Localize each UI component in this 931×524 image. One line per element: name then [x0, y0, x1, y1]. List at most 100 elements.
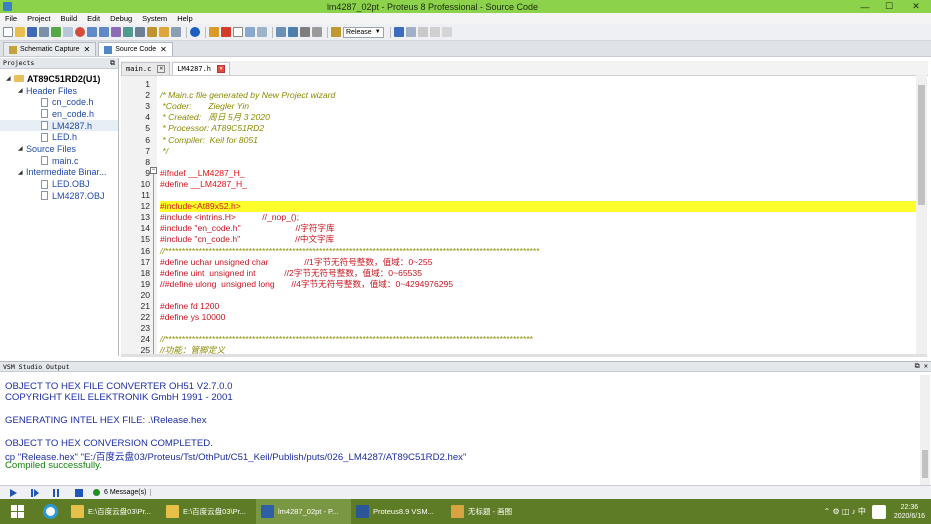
code-line[interactable]: 7 */ [121, 146, 916, 157]
taskbar-task[interactable]: lm4287_02pt - P... [256, 499, 351, 524]
code-line[interactable]: 17 #define uchar unsigned char //1字节无符号整数… [121, 257, 916, 268]
tab-close-icon[interactable]: ✕ [84, 45, 91, 54]
paste-icon[interactable] [441, 27, 452, 37]
expand-arrow-icon[interactable]: ◢ [18, 169, 26, 176]
home-icon[interactable] [75, 27, 85, 37]
code-line[interactable]: 24 //************************************… [121, 334, 916, 345]
code-line[interactable]: 15 #include "cn_code.h" //中文字库 [121, 234, 916, 245]
bom-icon[interactable] [159, 27, 169, 37]
code-line[interactable]: 21 #define fd 1200 [121, 301, 916, 312]
pin-icon[interactable]: ⧉ [110, 59, 115, 68]
project-settings-icon[interactable] [312, 27, 322, 37]
tree-node-file[interactable]: cn_code.h [0, 96, 118, 108]
new-file-icon[interactable] [3, 27, 13, 37]
editor-vertical-scrollbar[interactable] [916, 75, 927, 356]
pause-icon[interactable] [53, 488, 61, 497]
clean-icon[interactable] [300, 27, 310, 37]
import-icon[interactable] [51, 27, 61, 37]
tree-node-header-files[interactable]: ◢ Header Files [0, 85, 118, 97]
play-icon[interactable] [10, 488, 17, 497]
save-icon[interactable] [27, 27, 37, 37]
cancel-build-icon[interactable] [221, 27, 231, 37]
input-method-icon[interactable] [871, 504, 886, 519]
taskbar-task[interactable]: Proteus8.9 VSM... [351, 499, 446, 524]
code-line[interactable]: 10 #define __LM4287_H_ [121, 179, 916, 190]
browser-taskbar-icon[interactable] [34, 499, 66, 524]
gerber-icon[interactable] [147, 27, 157, 37]
code-line[interactable]: 13 #include <intrins.H> //_nop_(); [121, 212, 916, 223]
rebuild-icon[interactable] [288, 27, 298, 37]
menu-help[interactable]: Help [172, 14, 197, 23]
close-icon[interactable]: × [217, 65, 226, 73]
step-icon[interactable] [31, 488, 39, 497]
menu-build[interactable]: Build [55, 14, 82, 23]
close-button[interactable]: ✕ [901, 1, 931, 12]
code-line[interactable]: 5 * Processor: AT89C51RD2 [121, 123, 916, 134]
code-line[interactable]: 18 #define uint unsigned int //2字节无符号整数，值… [121, 268, 916, 279]
menu-edit[interactable]: Edit [82, 14, 105, 23]
copy-icon[interactable] [429, 27, 440, 37]
expand-arrow-icon[interactable]: ◢ [18, 87, 26, 94]
code-line[interactable]: 4 * Created: 周日 5月 3 2020 [121, 112, 916, 123]
code-line[interactable]: 14 #include "en_code.h" //字符字库 [121, 223, 916, 234]
taskbar-task[interactable]: E:\百度云盘03\Pr... [66, 499, 161, 524]
tree-node-file[interactable]: LED.h [0, 131, 118, 143]
tree-node-file-selected[interactable]: LM4287.h [0, 119, 118, 132]
taskbar-task[interactable]: 无标题 - 画图 [446, 499, 541, 524]
tree-node-root[interactable]: ◢ AT89C51RD2(U1) [0, 73, 118, 85]
expand-arrow-icon[interactable]: ◢ [6, 75, 14, 82]
tree-node-file[interactable]: LED.OBJ [0, 178, 118, 190]
3d-view-icon[interactable] [135, 27, 145, 37]
tree-node-file[interactable]: en_code.h [0, 108, 118, 120]
menu-debug[interactable]: Debug [105, 14, 137, 23]
tree-node-source-files[interactable]: ◢ Source Files [0, 143, 118, 155]
tree-node-file[interactable]: LM4287.OBJ [0, 190, 118, 202]
code-line[interactable]: 23 [121, 323, 916, 334]
undo-icon[interactable] [393, 27, 404, 37]
schematic-icon[interactable] [111, 27, 121, 37]
editor-tab-lm4287-h[interactable]: LM4287.h × [172, 62, 231, 75]
tab-source-code[interactable]: Source Code ✕ [98, 42, 173, 56]
expand-arrow-icon[interactable]: ◢ [18, 145, 26, 152]
redo-icon[interactable] [405, 27, 416, 37]
open-folder-icon[interactable] [15, 27, 25, 37]
code-line[interactable]: 1 [121, 79, 916, 90]
menu-system[interactable]: System [137, 14, 172, 23]
tree-node-intermediate[interactable]: ◢ Intermediate Binar... [0, 167, 118, 179]
build-icon[interactable] [276, 27, 286, 37]
cut-icon[interactable] [417, 27, 428, 37]
code-line[interactable]: 22 #define ys 10000 [121, 312, 916, 323]
new-source-icon[interactable] [233, 27, 243, 37]
menu-file[interactable]: File [0, 14, 22, 23]
pcb-icon[interactable] [123, 27, 133, 37]
back-icon[interactable] [87, 27, 97, 37]
editor-tab-main-c[interactable]: main.c × [121, 62, 171, 75]
tree-node-file[interactable]: main.c [0, 155, 118, 167]
code-line[interactable]: 19 //#define ulong unsigned long //4字节无符号… [121, 279, 916, 290]
scrollbar-thumb[interactable] [918, 85, 925, 205]
clock[interactable]: 22:36 2020/6/16 [894, 503, 925, 521]
code-line[interactable]: 8 [121, 157, 916, 168]
tray-icons[interactable]: ⌃ ⚙ ◫ ♪ 中 [824, 506, 866, 517]
start-button[interactable] [0, 499, 34, 524]
close-icon[interactable]: × [157, 65, 166, 73]
pin-close-icons[interactable]: ⧉ ✕ [915, 362, 928, 371]
build-project-icon[interactable] [209, 27, 219, 37]
remove-file-icon[interactable] [257, 27, 267, 37]
message-count[interactable]: 6 Message(s) [104, 489, 152, 496]
code-line[interactable]: 2 /* Main.c file generated by New Project… [121, 90, 916, 101]
code-line[interactable]: 6 * Compiler: Keil for 8051 [121, 135, 916, 146]
close-project-icon[interactable] [63, 27, 73, 37]
maximize-button[interactable]: ☐ [877, 1, 901, 12]
add-file-icon[interactable] [245, 27, 255, 37]
code-line[interactable]: 20 [121, 290, 916, 301]
code-editor[interactable]: − 1 2/* Main.c file generated by New Proj… [121, 75, 928, 356]
tab-schematic-capture[interactable]: Schematic Capture ✕ [3, 42, 97, 56]
stop-icon[interactable] [75, 488, 83, 497]
output-vertical-scrollbar[interactable] [920, 375, 930, 485]
minimize-button[interactable]: — [853, 2, 877, 12]
code-line[interactable]: 3 *Coder: Ziegler Yin [121, 101, 916, 112]
tab-close-icon[interactable]: ✕ [160, 45, 167, 54]
save-all-icon[interactable] [39, 27, 49, 37]
scrollbar-thumb[interactable] [922, 450, 928, 478]
